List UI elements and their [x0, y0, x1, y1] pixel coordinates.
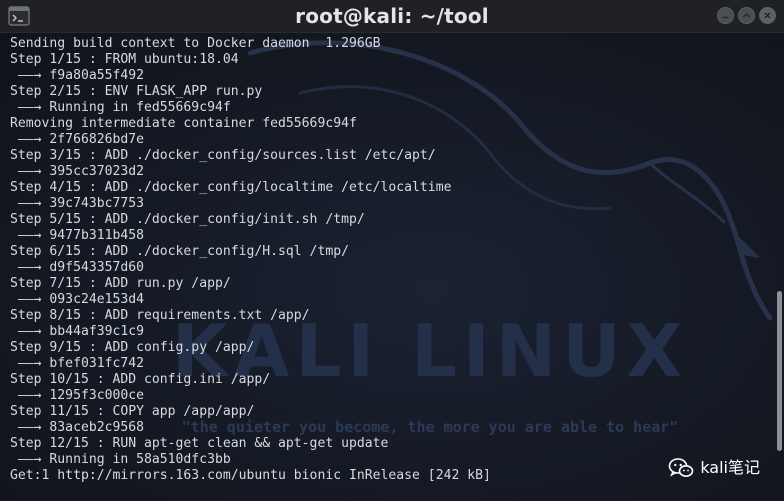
terminal-line: Step 2/15 : ENV FLASK_APP run.py	[10, 84, 263, 99]
terminal-line: ——→ Running in fed55669c94f	[10, 100, 231, 115]
window-title: root@kali: ~/tool	[295, 4, 489, 28]
terminal-line: Step 3/15 : ADD ./docker_config/sources.…	[10, 148, 436, 163]
terminal-line: Step 9/15 : ADD config.py /app/	[10, 340, 255, 355]
terminal-line: ——→ bb44af39c1c9	[10, 324, 145, 339]
terminal-line: Step 7/15 : ADD run.py /app/	[10, 276, 231, 291]
terminal-line: ——→ 2f766826bd7e	[10, 132, 145, 147]
terminal-line: Step 4/15 : ADD ./docker_config/localtim…	[10, 180, 452, 195]
terminal-line: ——→ 83aceb2c9568	[10, 420, 145, 435]
terminal-line: Get:1 http://mirrors.163.com/ubuntu bion…	[10, 468, 491, 483]
terminal-line: Step 12/15 : RUN apt-get clean && apt-ge…	[10, 436, 389, 451]
wechat-icon	[669, 458, 694, 477]
terminal-line: ——→ 39c743bc7753	[10, 196, 145, 211]
terminal-line: ——→ bfef031fc742	[10, 356, 145, 371]
watermark-text: kali笔记	[700, 458, 760, 477]
close-icon	[764, 12, 771, 19]
close-button[interactable]	[759, 7, 776, 24]
terminal-line: Step 10/15 : ADD config.ini /app/	[10, 372, 271, 387]
minimize-icon	[722, 16, 729, 19]
terminal-line: ——→ 1295f3c000ce	[10, 388, 145, 403]
terminal-line: Step 6/15 : ADD ./docker_config/H.sql /t…	[10, 244, 349, 259]
scrollbar[interactable]	[774, 33, 784, 501]
scrollbar-thumb[interactable]	[777, 291, 782, 451]
terminal-line: ——→ d9f543357d60	[10, 260, 145, 275]
terminal-line: ——→ 093c24e153d4	[10, 292, 145, 307]
terminal-output: Sending build context to Docker daemon 1…	[10, 36, 491, 484]
terminal-line: ——→ f9a80a55f492	[10, 68, 145, 83]
terminal-line: ——→ 9477b311b458	[10, 228, 145, 243]
terminal-window: root@kali: ~/tool KALI LINUX "the quiete…	[0, 0, 784, 501]
wechat-watermark: kali笔记	[668, 457, 760, 479]
terminal-line: Sending build context to Docker daemon 1…	[10, 36, 381, 51]
maximize-icon	[743, 13, 750, 18]
terminal-line: Step 8/15 : ADD requirements.txt /app/	[10, 308, 310, 323]
title-bar[interactable]: root@kali: ~/tool	[0, 0, 784, 33]
terminal-line: Step 5/15 : ADD ./docker_config/init.sh …	[10, 212, 365, 227]
terminal-line: ——→ Running in 58a510dfc3bb	[10, 452, 231, 467]
terminal-line: Step 11/15 : COPY app /app/app/	[10, 404, 255, 419]
minimize-button[interactable]	[717, 7, 734, 24]
window-controls	[717, 7, 776, 24]
terminal-line: Removing intermediate container fed55669…	[10, 116, 357, 131]
terminal-line: ——→ 395cc37023d2	[10, 164, 145, 179]
terminal-line: Step 1/15 : FROM ubuntu:18.04	[10, 52, 239, 67]
terminal-area[interactable]: KALI LINUX "the quieter you become, the …	[0, 33, 784, 501]
maximize-button[interactable]	[738, 7, 755, 24]
